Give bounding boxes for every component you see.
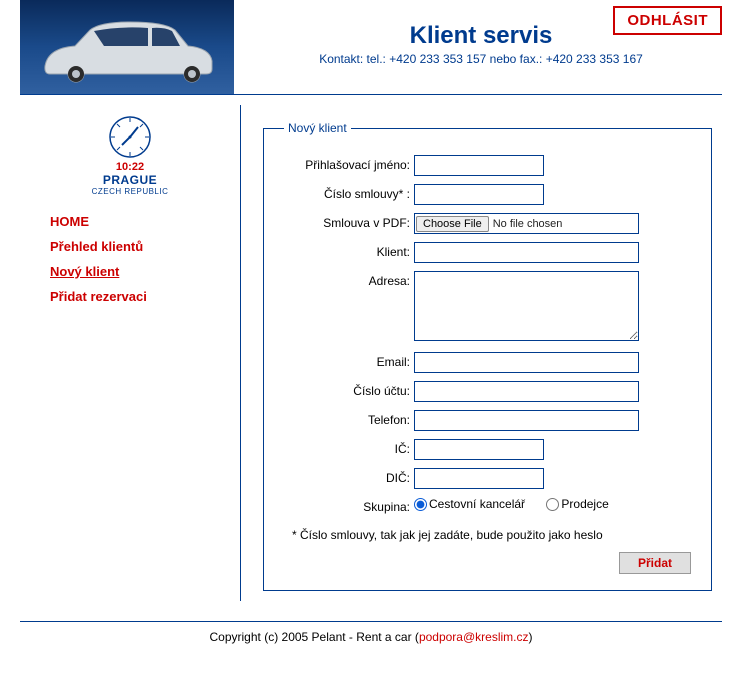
clock-city: PRAGUE — [20, 173, 240, 187]
input-contract-no[interactable] — [414, 184, 544, 205]
input-phone[interactable] — [414, 410, 639, 431]
clock-country: CZECH REPUBLIC — [20, 187, 240, 196]
vertical-divider — [240, 105, 241, 601]
input-client[interactable] — [414, 242, 639, 263]
file-status-text: No file chosen — [493, 218, 563, 230]
nav-new-client[interactable]: Nový klient — [50, 264, 240, 279]
radio-travel-agency[interactable] — [414, 498, 427, 511]
input-account-no[interactable] — [414, 381, 639, 402]
car-icon — [30, 16, 220, 86]
header-car-image — [20, 0, 234, 94]
contact-line: Kontakt: tel.: +420 233 353 157 nebo fax… — [240, 52, 722, 66]
footer-suffix: ) — [529, 630, 533, 644]
radio-seller-label[interactable]: Prodejce — [546, 497, 608, 511]
label-phone: Telefon: — [284, 410, 414, 427]
input-contract-pdf[interactable]: Choose File No file chosen — [414, 213, 639, 234]
label-client: Klient: — [284, 242, 414, 259]
form-note: * Číslo smlouvy, tak jak jej zadáte, bud… — [292, 528, 691, 542]
clock-icon — [108, 115, 152, 159]
label-dic: DIČ: — [284, 468, 414, 485]
footer-email-link[interactable]: podpora@kreslim.cz — [419, 630, 529, 644]
submit-button[interactable]: Přidat — [619, 552, 691, 574]
label-group: Skupina: — [284, 497, 414, 514]
clock-widget: 10:22 PRAGUE CZECH REPUBLIC — [20, 115, 240, 196]
nav-home[interactable]: HOME — [50, 214, 240, 229]
label-login: Přihlašovací jméno: — [284, 155, 414, 172]
form-legend: Nový klient — [284, 121, 351, 135]
input-email[interactable] — [414, 352, 639, 373]
label-ico: IČ: — [284, 439, 414, 456]
label-email: Email: — [284, 352, 414, 369]
label-contract-no: Číslo smlouvy* : — [284, 184, 414, 201]
label-address: Adresa: — [284, 271, 414, 288]
nav-add-reservation[interactable]: Přidat rezervaci — [50, 289, 240, 304]
clock-time: 10:22 — [20, 161, 240, 173]
input-login[interactable] — [414, 155, 544, 176]
footer: Copyright (c) 2005 Pelant - Rent a car (… — [0, 622, 742, 660]
nav-client-overview[interactable]: Přehled klientů — [50, 239, 240, 254]
file-choose-button[interactable]: Choose File — [416, 216, 489, 232]
label-account-no: Číslo účtu: — [284, 381, 414, 398]
input-dic[interactable] — [414, 468, 544, 489]
footer-prefix: Copyright (c) 2005 Pelant - Rent a car ( — [210, 630, 419, 644]
new-client-form: Nový klient Přihlašovací jméno: Číslo sm… — [263, 121, 712, 591]
radio-seller[interactable] — [546, 498, 559, 511]
input-ico[interactable] — [414, 439, 544, 460]
input-address[interactable] — [414, 271, 639, 341]
label-contract-pdf: Smlouva v PDF: — [284, 213, 414, 230]
radio-travel-agency-label[interactable]: Cestovní kancelář — [414, 497, 525, 511]
logout-button[interactable]: ODHLÁSIT — [613, 6, 722, 35]
